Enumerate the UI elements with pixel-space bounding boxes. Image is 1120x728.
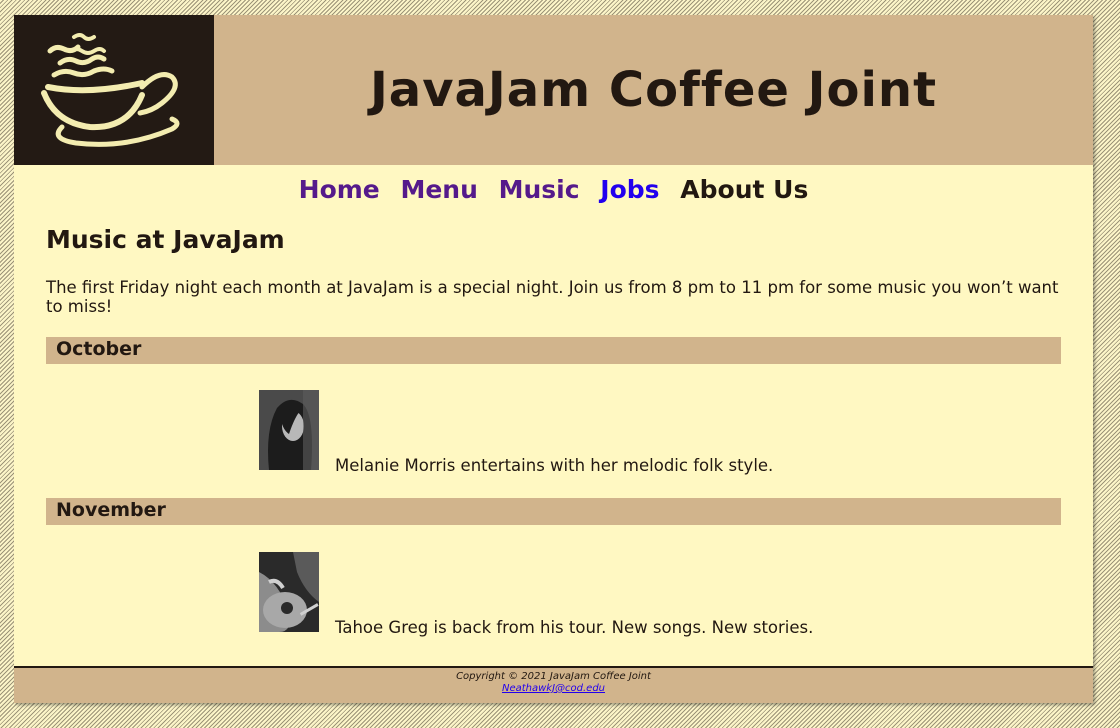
nav-menu-link[interactable]: Menu	[400, 175, 477, 204]
site-header: JavaJam Coffee Joint	[14, 15, 1093, 165]
nav-jobs-link[interactable]: Jobs	[600, 175, 659, 204]
event-description: Melanie Morris entertains with her melod…	[335, 456, 774, 475]
melanie-morris-photo	[259, 390, 319, 470]
month-heading-october: October	[46, 337, 1061, 364]
intro-paragraph: The first Friday night each month at Jav…	[46, 278, 1059, 316]
event-november: Tahoe Greg is back from his tour. New so…	[259, 552, 959, 637]
event-october: Melanie Morris entertains with her melod…	[259, 390, 959, 475]
coffee-cup-icon	[14, 15, 214, 165]
site-footer: Copyright © 2021 JavaJam Coffee Joint Ne…	[14, 666, 1093, 703]
page-wrapper: JavaJam Coffee Joint Home Menu Music Job…	[14, 15, 1093, 703]
tahoe-greg-photo	[259, 552, 319, 632]
site-title: JavaJam Coffee Joint	[369, 62, 938, 118]
main-content: Music at JavaJam The first Friday night …	[46, 220, 1061, 637]
nav-music-link[interactable]: Music	[499, 175, 580, 204]
nav-home-link[interactable]: Home	[299, 175, 380, 204]
copyright-text: Copyright © 2021 JavaJam Coffee Joint	[456, 671, 651, 682]
nav-about-us-link[interactable]: About Us	[680, 175, 808, 204]
page-heading: Music at JavaJam	[46, 225, 285, 254]
month-heading-november: November	[46, 498, 1061, 525]
main-nav: Home Menu Music Jobs About Us	[14, 175, 1093, 204]
event-description: Tahoe Greg is back from his tour. New so…	[335, 618, 814, 637]
footer-email-link[interactable]: NeathawkJ@cod.edu	[502, 683, 605, 694]
